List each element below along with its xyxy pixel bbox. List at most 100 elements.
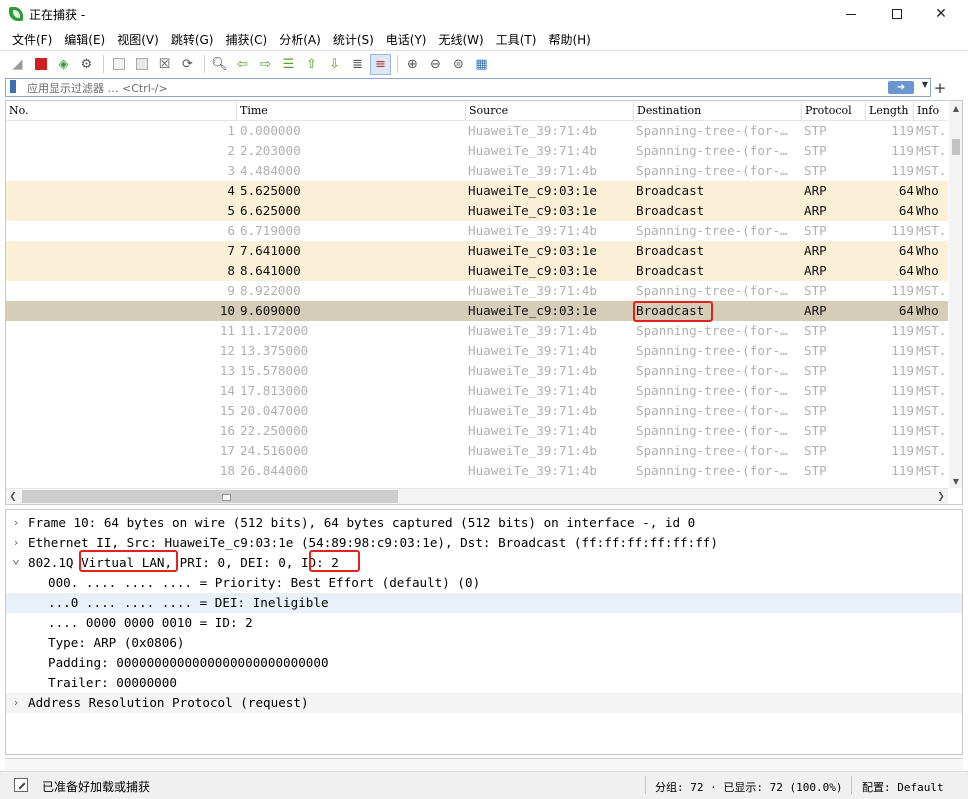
menu-go[interactable]: 跳转(G) xyxy=(165,31,220,48)
cell-destination: Broadcast xyxy=(636,263,705,278)
zoom-normal-button[interactable]: ⊜ xyxy=(448,54,469,75)
table-row[interactable]: 17 24.516000 HuaweiTe_39:71:4b Spanning-tre… xyxy=(6,441,948,461)
scroll-down-icon[interactable]: ▼ xyxy=(949,474,962,488)
table-row[interactable]: 4 5.625000 HuaweiTe_c9:03:1e Broadcast ARP 64… xyxy=(6,181,948,201)
table-row[interactable]: 13 15.578000 HuaweiTe_39:71:4b Spanning-tre… xyxy=(6,361,948,381)
cell-length: 119 xyxy=(891,143,914,158)
chevron-right-icon[interactable]: › xyxy=(10,693,22,713)
table-row[interactable]: 6 6.719000 HuaweiTe_39:71:4b Spanning-tree-… xyxy=(6,221,948,241)
status-packet-count: 分组: 72 · 已显示: 72 (100.0%) xyxy=(655,781,843,794)
table-row[interactable]: 14 17.813000 HuaweiTe_39:71:4b Spanning-tre… xyxy=(6,381,948,401)
expert-info-icon[interactable] xyxy=(14,778,28,792)
cell-destination: Broadcast xyxy=(636,243,705,258)
cell-time: 17.813000 xyxy=(240,383,309,398)
column-header-no[interactable]: No. xyxy=(6,101,237,121)
table-row[interactable]: 15 20.047000 HuaweiTe_39:71:4b Spanning-tre… xyxy=(6,401,948,421)
status-divider xyxy=(851,776,852,794)
table-row[interactable]: 12 13.375000 HuaweiTe_39:71:4b Spanning-tre… xyxy=(6,341,948,361)
table-row[interactable]: 7 7.641000 HuaweiTe_c9:03:1e Broadcast ARP 64… xyxy=(6,241,948,261)
menu-capture[interactable]: 捕获(C) xyxy=(219,31,273,48)
packet-list-vertical-scrollbar[interactable]: ▲ ▼ xyxy=(949,101,962,488)
detail-tree-item[interactable]: › Frame 10: 64 bytes on wire (512 bits), … xyxy=(6,513,962,533)
menu-analyze[interactable]: 分析(A) xyxy=(273,31,327,48)
display-filter-input[interactable]: 应用显示过滤器 … <Ctrl-/> ➜ ▼ xyxy=(5,78,931,97)
chevron-down-icon[interactable]: ▼ xyxy=(922,80,928,89)
zoom-in-button[interactable]: ⊕ xyxy=(402,54,423,75)
first-packet-button[interactable]: ⇧ xyxy=(301,54,322,75)
menu-bar: 文件(F) 编辑(E) 视图(V) 跳转(G) 捕获(C) 分析(A) 统计(S… xyxy=(0,28,968,50)
minimize-button[interactable] xyxy=(828,0,874,28)
scroll-left-icon[interactable]: ❮ xyxy=(6,489,20,504)
detail-tree-item[interactable]: Trailer: 00000000 xyxy=(6,673,962,693)
detail-tree-item[interactable]: 000. .... .... .... = Priority: Best Eff… xyxy=(6,573,962,593)
menu-view[interactable]: 视图(V) xyxy=(111,31,165,48)
stop-capture-button[interactable] xyxy=(30,54,51,75)
bytes-pane-collapsed[interactable] xyxy=(5,758,963,770)
zoom-out-button[interactable]: ⊖ xyxy=(425,54,446,75)
table-row[interactable]: 2 2.203000 HuaweiTe_39:71:4b Spanning-tree-… xyxy=(6,141,948,161)
table-row[interactable]: 18 26.844000 HuaweiTe_39:71:4b Spanning-tre… xyxy=(6,461,948,481)
menu-edit[interactable]: 编辑(E) xyxy=(58,31,111,48)
table-row[interactable]: 5 6.625000 HuaweiTe_c9:03:1e Broadcast ARP 64… xyxy=(6,201,948,221)
menu-statistics[interactable]: 统计(S) xyxy=(327,31,380,48)
table-row[interactable]: 9 8.922000 HuaweiTe_39:71:4b Spanning-tree-… xyxy=(6,281,948,301)
last-packet-button[interactable]: ⇩ xyxy=(324,54,345,75)
status-profile[interactable]: 配置: Default xyxy=(862,779,944,795)
find-packet-button[interactable]: 🔍︎ xyxy=(209,54,230,75)
table-row[interactable]: 8 8.641000 HuaweiTe_c9:03:1e Broadcast ARP 64… xyxy=(6,261,948,281)
scroll-thumb[interactable] xyxy=(952,139,960,155)
cell-length: 119 xyxy=(891,123,914,138)
go-back-button[interactable]: ⇦ xyxy=(232,54,253,75)
column-header-destination[interactable]: Destination xyxy=(634,101,802,121)
detail-tree-item[interactable]: Type: ARP (0x0806) xyxy=(6,633,962,653)
menu-file[interactable]: 文件(F) xyxy=(6,31,58,48)
scroll-up-icon[interactable]: ▲ xyxy=(949,101,962,115)
colorize-button[interactable]: ≡ xyxy=(370,53,391,75)
reload-icon: ⟳ xyxy=(182,56,193,72)
table-row[interactable]: 3 4.484000 HuaweiTe_39:71:4b Spanning-tree-… xyxy=(6,161,948,181)
menu-telephony[interactable]: 电话(Y) xyxy=(380,31,433,48)
shark-fin-start-icon: ◢ xyxy=(12,56,23,72)
detail-tree-item[interactable]: .... 0000 0000 0010 = ID: 2 xyxy=(6,613,962,633)
autoscroll-button[interactable]: ≣ xyxy=(347,54,368,75)
column-header-protocol[interactable]: Protocol xyxy=(802,101,866,121)
horizontal-scroll-thumb[interactable] xyxy=(22,490,398,503)
add-filter-button[interactable]: + xyxy=(933,78,947,97)
column-header-info[interactable]: Info xyxy=(914,101,948,121)
close-button[interactable]: ✕ xyxy=(918,0,964,28)
table-row[interactable]: 1 0.000000 HuaweiTe_39:71:4b Spanning-tree-… xyxy=(6,121,948,141)
maximize-button[interactable] xyxy=(874,0,920,28)
chevron-down-icon[interactable]: ⌄ xyxy=(10,549,22,569)
detail-tree-item[interactable]: Padding: 0000000000000000000000000000 xyxy=(6,653,962,673)
close-file-button[interactable]: ☒ xyxy=(154,54,175,75)
menu-help[interactable]: 帮助(H) xyxy=(542,31,596,48)
open-file-button[interactable] xyxy=(108,54,129,75)
table-row-selected[interactable]: 10 9.609000 HuaweiTe_c9:03:1e Broadcast ARP 6… xyxy=(6,301,948,321)
column-header-length[interactable]: Length xyxy=(866,101,914,121)
resize-columns-button[interactable]: ▦ xyxy=(471,54,492,75)
detail-tree-item[interactable]: ...0 .... .... .... = DEI: Ineligible xyxy=(6,593,962,613)
menu-wireless[interactable]: 无线(W) xyxy=(433,31,490,48)
column-header-time[interactable]: Time xyxy=(237,101,466,121)
reload-button[interactable]: ⟳ xyxy=(177,54,198,75)
close-icon: ✕ xyxy=(935,6,947,22)
scroll-right-icon[interactable]: ❯ xyxy=(934,489,948,504)
capture-options-button[interactable]: ⚙ xyxy=(76,54,97,75)
restart-capture-button[interactable]: ◈ xyxy=(53,54,74,75)
go-to-packet-button[interactable]: ☰ xyxy=(278,54,299,75)
column-header-source[interactable]: Source xyxy=(466,101,634,121)
chevron-right-icon[interactable]: › xyxy=(10,513,22,533)
packet-list-horizontal-scrollbar[interactable]: ❮ ❯ xyxy=(6,488,948,504)
menu-tools[interactable]: 工具(T) xyxy=(490,31,543,48)
table-row[interactable]: 16 22.250000 HuaweiTe_39:71:4b Spanning-tre… xyxy=(6,421,948,441)
go-forward-button[interactable]: ⇨ xyxy=(255,54,276,75)
cell-time: 8.641000 xyxy=(240,263,301,278)
detail-tree-item[interactable]: › Address Resolution Protocol (request) xyxy=(6,693,962,713)
save-file-button[interactable] xyxy=(131,54,152,75)
bookmark-icon[interactable] xyxy=(8,80,20,95)
window-title: 正在捕获 - xyxy=(29,7,86,22)
table-row[interactable]: 11 11.172000 HuaweiTe_39:71:4b Spanning-tre… xyxy=(6,321,948,341)
apply-filter-button[interactable]: ➜ xyxy=(888,81,914,94)
cell-no: 5 xyxy=(227,203,235,218)
start-capture-button[interactable]: ◢ xyxy=(7,54,28,75)
